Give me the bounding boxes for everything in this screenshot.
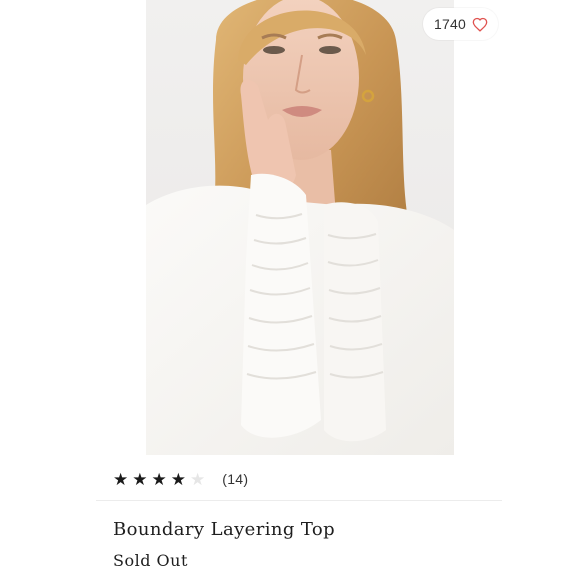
divider xyxy=(96,500,502,501)
star-icon: ★ xyxy=(170,469,186,489)
rating-row[interactable]: ★ ★ ★ ★ ★ (14) xyxy=(113,468,248,490)
star-icon: ★ xyxy=(113,469,129,489)
product-photo[interactable] xyxy=(146,0,454,455)
model-illustration xyxy=(146,0,454,455)
product-card: 1740 ★ ★ ★ ★ ★ (14) Boundary Layering To… xyxy=(0,0,580,580)
heart-outline-icon xyxy=(472,17,488,32)
like-button[interactable]: 1740 xyxy=(423,8,498,40)
star-icon: ★ xyxy=(132,469,148,489)
star-rating: ★ ★ ★ ★ ★ xyxy=(113,471,205,488)
stock-status: Sold Out xyxy=(113,551,188,570)
review-count[interactable]: (14) xyxy=(222,471,248,487)
star-icon: ★ xyxy=(151,469,167,489)
product-title[interactable]: Boundary Layering Top xyxy=(113,519,335,540)
like-count: 1740 xyxy=(434,16,466,32)
star-empty-icon: ★ xyxy=(190,469,206,489)
